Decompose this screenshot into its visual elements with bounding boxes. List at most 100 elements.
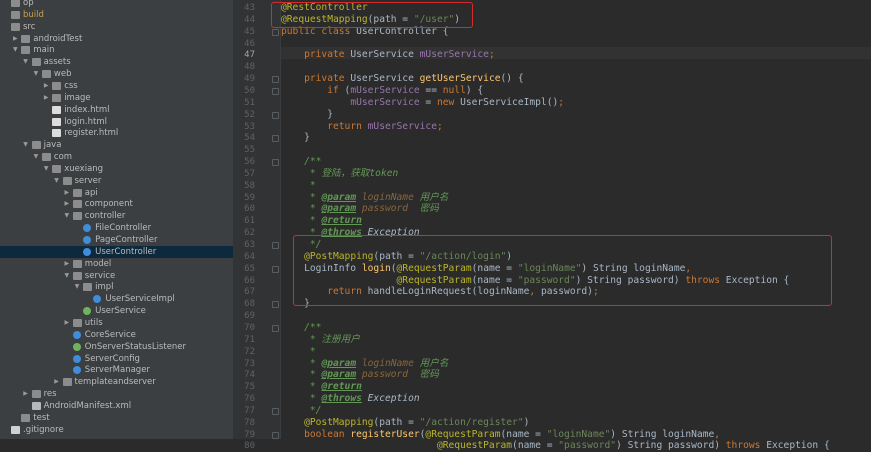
fold-marker-icon[interactable]	[272, 407, 279, 415]
code-line[interactable]: * @param loginName 用户名	[281, 358, 449, 370]
tree-item[interactable]: .gitignore	[0, 424, 233, 436]
expand-arrow-icon[interactable]: ▼	[32, 68, 40, 80]
expand-arrow-icon[interactable]: ▼	[73, 281, 81, 293]
fold-marker-icon[interactable]	[272, 301, 279, 309]
tree-item[interactable]: UserService	[0, 305, 233, 317]
fold-marker-icon[interactable]	[272, 265, 279, 273]
code-line[interactable]: /**	[281, 322, 321, 334]
tree-item[interactable]: ▶ css	[0, 80, 233, 92]
code-line[interactable]: @RequestParam(name = "password") String …	[281, 440, 830, 452]
expand-arrow-icon[interactable]: ▼	[42, 163, 50, 175]
tree-item[interactable]: ▼ server	[0, 175, 233, 187]
tree-item[interactable]: ▶ res	[0, 388, 233, 400]
tree-item[interactable]: src	[0, 21, 233, 33]
fold-marker-icon[interactable]	[272, 242, 279, 249]
tree-item[interactable]: ▶ androidTest	[0, 33, 233, 45]
collapse-arrow-icon[interactable]: ▶	[22, 388, 30, 400]
tree-item[interactable]: ▶ api	[0, 187, 233, 199]
expand-arrow-icon[interactable]: ▼	[11, 44, 19, 56]
expand-arrow-icon[interactable]: ▼	[32, 151, 40, 163]
fold-marker-icon[interactable]	[272, 28, 279, 36]
fold-marker-icon[interactable]	[272, 324, 279, 332]
tree-item[interactable]: index.html	[0, 104, 233, 116]
code-line[interactable]: *	[281, 180, 316, 192]
code-line[interactable]: * @param password 密码	[281, 369, 439, 381]
fold-marker-icon[interactable]	[272, 111, 279, 119]
tree-item[interactable]: ▼ main	[0, 44, 233, 56]
tree-item[interactable]: ▼ xuexiang	[0, 163, 233, 175]
code-line[interactable]: * 登陆，获取token	[281, 168, 398, 180]
code-token: @param	[321, 191, 357, 203]
code-token: ;	[436, 120, 443, 132]
tree-item-label: test	[33, 412, 50, 423]
collapse-arrow-icon[interactable]: ▶	[63, 258, 71, 270]
tree-item-label: model	[84, 258, 112, 269]
collapse-arrow-icon[interactable]: ▶	[11, 33, 19, 45]
code-line[interactable]: if (mUserService == null) {	[281, 85, 483, 97]
tree-item-label: androidTest	[33, 33, 83, 44]
tree-item[interactable]: ▼ service	[0, 270, 233, 282]
code-line[interactable]: * @param password 密码	[281, 203, 439, 215]
code-line[interactable]: private UserService mUserService;	[281, 49, 495, 61]
tree-item[interactable]: PageController	[0, 234, 233, 246]
code-line[interactable]: * @param loginName 用户名	[281, 191, 449, 204]
code-line[interactable]: * @return	[281, 381, 362, 393]
tree-item[interactable]: op	[0, 0, 233, 9]
code-line[interactable]: return mUserService;	[281, 121, 443, 133]
fold-marker-icon[interactable]	[272, 87, 279, 95]
collapse-arrow-icon[interactable]: ▶	[63, 317, 71, 329]
tree-item[interactable]: AndroidManifest.xml	[0, 400, 233, 412]
expand-arrow-icon[interactable]: ▼	[22, 139, 30, 151]
collapse-arrow-icon[interactable]: ▶	[63, 187, 71, 199]
code-line[interactable]: }	[281, 109, 333, 121]
tree-item[interactable]: OnServerStatusListener	[0, 341, 233, 353]
code-line[interactable]: * 注册用户	[281, 334, 360, 346]
tree-item[interactable]: register.html	[0, 127, 233, 139]
tree-item[interactable]: FileController	[0, 222, 233, 234]
tree-item[interactable]: CoreService	[0, 329, 233, 341]
code-line[interactable]: private UserService getUserService() {	[281, 73, 524, 85]
collapse-arrow-icon[interactable]: ▶	[42, 92, 50, 104]
code-line[interactable]: */	[281, 405, 322, 417]
class-icon	[72, 330, 81, 339]
tree-item[interactable]: ▶ image	[0, 92, 233, 104]
tree-item[interactable]: ServerManager	[0, 364, 233, 376]
collapse-arrow-icon[interactable]: ▶	[42, 80, 50, 92]
tree-item[interactable]: ▶ templateandserver	[0, 376, 233, 388]
tree-item[interactable]: ▼ controller	[0, 210, 233, 222]
expand-arrow-icon[interactable]: ▼	[63, 270, 71, 282]
code-line[interactable]: /**	[281, 156, 321, 168]
tree-item[interactable]: UserController	[0, 245, 233, 258]
tree-item[interactable]: ▶ model	[0, 258, 233, 270]
tree-item[interactable]: login.html	[0, 116, 233, 128]
tree-item[interactable]: ▼ java	[0, 139, 233, 151]
tree-item[interactable]: ServerConfig	[0, 353, 233, 365]
fold-marker-icon[interactable]	[272, 135, 279, 143]
code-line[interactable]: *	[281, 346, 316, 358]
tree-item[interactable]: ▼ impl	[0, 281, 233, 293]
code-line[interactable]: * @return	[281, 215, 362, 227]
expand-arrow-icon[interactable]: ▼	[63, 210, 71, 222]
tree-item[interactable]: ▼ assets	[0, 56, 233, 68]
project-tree-panel[interactable]: op build src ▶ androidTest ▼ main ▼ assets ▼ web ▶ c…	[0, 0, 233, 439]
expand-arrow-icon[interactable]: ▼	[22, 56, 30, 68]
folder-icon	[21, 413, 31, 422]
fold-marker-icon[interactable]	[272, 76, 279, 84]
tree-item[interactable]: build	[0, 9, 233, 21]
tree-item[interactable]: ▶ component	[0, 198, 233, 210]
fold-marker-icon[interactable]	[272, 159, 279, 167]
code-line[interactable]: * @throws Exception	[281, 393, 420, 405]
fold-marker-icon[interactable]	[272, 431, 279, 439]
tree-item[interactable]: UserServiceImpl	[0, 293, 233, 305]
code-line[interactable]: mUserService = new UserServiceImpl();	[281, 97, 564, 109]
code-line[interactable]: }	[281, 132, 310, 144]
tree-item[interactable]: ▶ utils	[0, 317, 233, 329]
tree-item[interactable]: ▼ web	[0, 68, 233, 80]
collapse-arrow-icon[interactable]: ▶	[63, 198, 71, 210]
expand-arrow-icon[interactable]: ▼	[53, 175, 61, 187]
tree-item[interactable]: ▼ com	[0, 151, 233, 163]
collapse-arrow-icon[interactable]: ▶	[53, 376, 61, 388]
code-line[interactable]: @PostMapping(path = "/action/register")	[281, 417, 529, 429]
tree-item[interactable]: test	[0, 412, 233, 424]
